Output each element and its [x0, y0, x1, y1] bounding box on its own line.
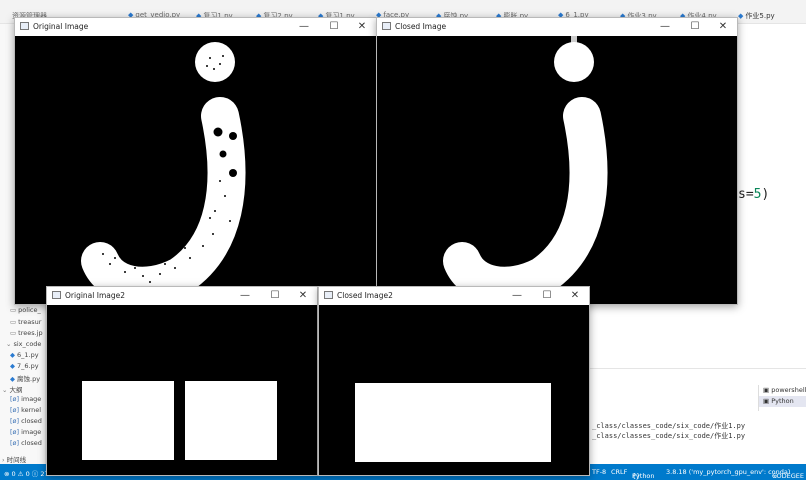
terminal-line: _class/classes_code/six_code/作业1.py [592, 432, 746, 440]
chevron-down-icon: ⌄ [6, 340, 12, 348]
two-rectangles-image [82, 381, 277, 460]
close-button[interactable]: ✕ [350, 20, 374, 34]
python-icon: ◆ [10, 362, 15, 370]
explorer-item[interactable]: ▭ trees.jp [10, 329, 46, 337]
minimize-button[interactable]: — [233, 289, 257, 303]
terminal-panel[interactable]: _class/classes_code/six_code/作业1.py _cla… [590, 368, 806, 464]
maximize-button[interactable]: ☐ [263, 289, 287, 303]
terminal-line: _class/classes_code/six_code/作业1.py [592, 422, 746, 430]
code-editor[interactable]: s=5) [738, 24, 806, 368]
python-icon: ◆ [10, 351, 15, 359]
explorer-item[interactable]: ◆ 6_1.py [10, 351, 46, 359]
chevron-right-icon: › [2, 456, 5, 464]
closed-image-window[interactable]: Closed Image — ☐ ✕ [376, 17, 738, 305]
window-title: Original Image2 [65, 291, 125, 300]
terminal-icon: ▣ [763, 386, 772, 394]
merged-rectangle-image [355, 383, 551, 462]
variable-icon: [ø] [10, 439, 20, 447]
window-titlebar[interactable]: Original Image2 — ☐ ✕ [47, 287, 317, 305]
image-canvas [47, 305, 317, 475]
code-line: s=5) [738, 187, 770, 202]
tab-hw5[interactable]: ◆ 作业5.py [738, 11, 775, 21]
window-title: Original Image [33, 22, 89, 31]
maximize-button[interactable]: ☐ [535, 289, 559, 303]
python-icon: ◆ [10, 375, 15, 383]
image-canvas [15, 36, 376, 304]
original-j-image [81, 42, 246, 304]
terminal-list: ▣ powershell ▣ Python [758, 385, 806, 411]
maximize-button[interactable]: ☐ [683, 20, 707, 34]
eol-indicator[interactable]: CRLF [611, 468, 627, 476]
image-canvas [319, 305, 589, 475]
window-titlebar[interactable]: Closed Image — ☐ ✕ [377, 18, 737, 36]
close-button[interactable]: ✕ [563, 289, 587, 303]
terminal-item-python[interactable]: ▣ Python [759, 396, 806, 407]
variable-icon: [ø] [10, 428, 20, 436]
window-app-icon [20, 22, 29, 30]
window-app-icon [52, 291, 61, 299]
window-app-icon [382, 22, 391, 30]
window-titlebar[interactable]: Closed Image2 — ☐ ✕ [319, 287, 589, 305]
variable-icon: [ø] [10, 417, 20, 425]
problems-indicator[interactable]: ⊗ 0 ⚠ 0 ⓘ 27 [4, 468, 49, 478]
explorer-item[interactable]: ◆ 7_6.py [10, 362, 46, 370]
explorer-folder[interactable]: ⌄ six_code [6, 340, 42, 348]
window-title: Closed Image [395, 22, 447, 31]
image-icon: ▭ [10, 318, 17, 326]
timeline-section[interactable]: › 时间线 [2, 454, 38, 464]
image-canvas [377, 36, 737, 304]
image-icon: ▭ [10, 329, 17, 337]
maximize-button[interactable]: ☐ [322, 20, 346, 34]
encoding-indicator[interactable]: TF-8 [592, 468, 606, 476]
closed-image2-window[interactable]: Closed Image2 — ☐ ✕ [318, 286, 590, 476]
chevron-down-icon: ⌄ [2, 386, 8, 394]
explorer-item[interactable]: ▭ treasur [10, 318, 46, 326]
terminal-item-powershell[interactable]: ▣ powershell [759, 385, 806, 396]
minimize-button[interactable]: — [292, 20, 316, 34]
minimize-button[interactable]: — [653, 20, 677, 34]
variable-icon: [ø] [10, 406, 20, 414]
original-image2-window[interactable]: Original Image2 — ☐ ✕ [46, 286, 318, 476]
terminal-icon: ▣ [763, 397, 772, 405]
original-image-window[interactable]: Original Image — ☐ ✕ [14, 17, 377, 305]
outline-item[interactable]: [ø] closed [10, 439, 46, 447]
outline-item[interactable]: [ø] image [10, 428, 46, 436]
explorer-item[interactable]: ◆ 腐蚀.py [10, 373, 46, 383]
close-button[interactable]: ✕ [711, 20, 735, 34]
outline-item[interactable]: [ø] closed [10, 417, 46, 425]
minimize-button[interactable]: — [505, 289, 529, 303]
closed-j-image [443, 36, 608, 304]
window-title: Closed Image2 [337, 291, 393, 300]
explorer-item[interactable]: ▭ police_ [10, 306, 46, 314]
outline-section[interactable]: ⌄ 大纲 [2, 384, 38, 394]
outline-item[interactable]: [ø] image [10, 395, 46, 403]
window-app-icon [324, 291, 333, 299]
window-titlebar[interactable]: Original Image — ☐ ✕ [15, 18, 376, 36]
close-button[interactable]: ✕ [291, 289, 315, 303]
variable-icon: [ø] [10, 395, 20, 403]
python-file-icon: ◆ [738, 12, 744, 20]
outline-item[interactable]: [ø] kernel [10, 406, 46, 414]
image-icon: ▭ [10, 306, 17, 314]
